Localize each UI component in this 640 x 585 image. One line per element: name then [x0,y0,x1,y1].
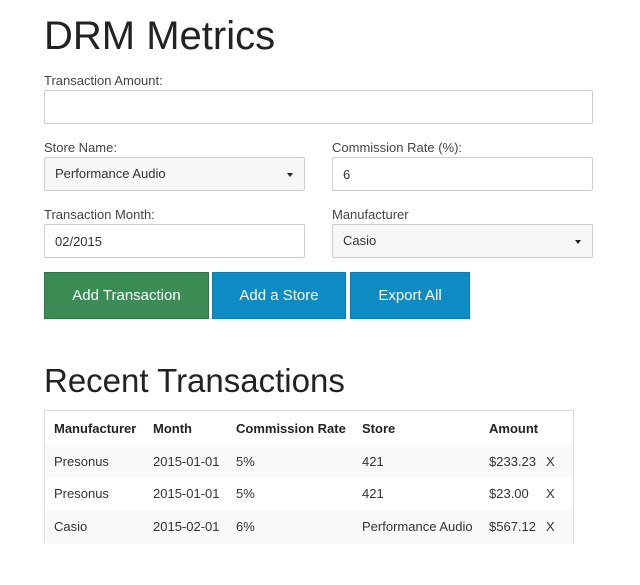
manufacturer-select[interactable]: Casio [332,224,593,258]
store-name-value: Performance Audio [55,166,166,181]
store-name-label: Store Name: [44,140,117,155]
store-name-select[interactable]: Performance Audio [44,157,305,191]
cell-commission-rate: 6% [227,510,353,543]
manufacturer-value: Casio [343,233,377,248]
cell-month: 2015-01-01 [153,486,220,502]
transactions-table: Manufacturer Month Commission Rate Store… [44,410,574,543]
delete-row-button[interactable]: X [546,445,573,478]
cell-store: 421 [353,445,480,478]
column-header-manufacturer: Manufacturer [54,420,137,436]
column-header-month: Month [153,420,192,436]
add-store-button[interactable]: Add a Store [212,272,346,319]
table-row: Casio 2015-02-01 6% Performance Audio $5… [45,510,573,543]
cell-store: Performance Audio [353,510,480,543]
cell-manufacturer: Presonus [45,445,144,478]
commission-rate-label: Commission Rate (%): [332,140,463,155]
column-header-actions [546,411,573,445]
transaction-amount-input[interactable] [44,90,593,124]
cell-store: 421 [362,486,384,502]
transaction-month-input[interactable] [44,224,305,258]
cell-amount: $23.00 [489,486,529,502]
manufacturer-label: Manufacturer [332,207,409,222]
column-header-store: Store [362,420,396,436]
column-header-commission-rate: Commission Rate [236,420,346,436]
column-header-amount: Amount [489,420,539,436]
delete-row-button[interactable]: X [546,478,573,511]
transaction-month-label: Transaction Month: [44,207,155,222]
table-row: Presonus 2015-01-01 5% 421 $23.00 X [45,478,573,511]
table-row: Presonus 2015-01-01 5% 421 $233.23 X [45,445,573,478]
cell-manufacturer: Casio [45,510,144,543]
recent-transactions-title: Recent Transactions [44,362,345,399]
cell-manufacturer: Presonus [54,486,109,502]
export-all-button[interactable]: Export All [350,272,470,319]
cell-month: 2015-02-01 [144,510,227,543]
cell-amount: $567.12 [480,510,546,543]
cell-commission-rate: 5% [236,486,255,502]
cell-amount: $233.23 [480,445,546,478]
table-header-row: Manufacturer Month Commission Rate Store… [45,411,573,445]
delete-row-button[interactable]: X [546,510,573,543]
commission-rate-input[interactable] [332,157,593,191]
transaction-amount-label: Transaction Amount: [44,73,163,88]
chevron-down-icon [287,173,293,177]
add-transaction-button[interactable]: Add Transaction [44,272,209,319]
cell-month: 2015-01-01 [144,445,227,478]
page-title: DRM Metrics [44,14,276,58]
chevron-down-icon [575,240,581,244]
cell-commission-rate: 5% [227,445,353,478]
